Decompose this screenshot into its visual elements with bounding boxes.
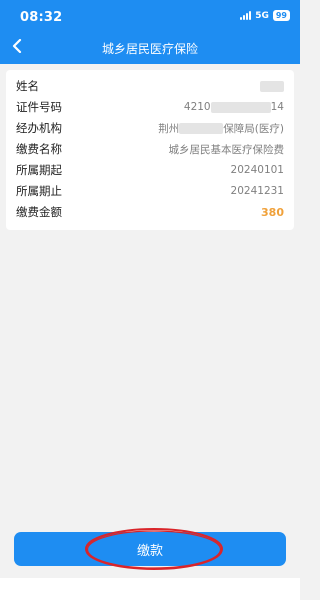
label-fee-name: 缴费名称 xyxy=(16,142,62,156)
label-agency: 经办机构 xyxy=(16,121,62,135)
label-amount: 缴费金额 xyxy=(16,205,62,219)
value-name xyxy=(260,80,284,92)
agency-suffix: 保障局(医疗) xyxy=(223,122,284,135)
label-period-start: 所属期起 xyxy=(16,163,62,177)
id-prefix: 4210 xyxy=(183,101,211,113)
row-id-number: 证件号码 4210 14 xyxy=(16,97,284,117)
network-type: 5G xyxy=(255,10,269,21)
row-period-end: 所属期止 20241231 xyxy=(16,181,284,201)
value-period-start: 20240101 xyxy=(230,164,284,176)
row-period-start: 所属期起 20240101 xyxy=(16,160,284,180)
back-button[interactable] xyxy=(8,37,26,55)
annotation-circle xyxy=(85,528,223,570)
signal-icon xyxy=(240,11,252,20)
status-time: 08:32 xyxy=(20,10,63,25)
battery-icon: 99 xyxy=(272,10,290,21)
value-amount: 380 xyxy=(261,205,284,219)
bottom-safe-area xyxy=(0,578,300,600)
value-id-number: 4210 14 xyxy=(184,101,284,113)
row-agency: 经办机构 荆州 保障局(医疗) xyxy=(16,118,284,138)
redacted-mask xyxy=(260,80,284,92)
agency-prefix: 荆州 xyxy=(158,122,180,135)
redacted-mask xyxy=(210,101,271,113)
value-agency: 荆州 保障局(医疗) xyxy=(158,121,284,136)
value-period-end: 20241231 xyxy=(230,185,284,197)
page-title: 城乡居民医疗保险 xyxy=(101,42,198,56)
row-amount: 缴费金额 380 xyxy=(16,202,284,222)
value-fee-name: 城乡居民基本医疗保险费 xyxy=(168,143,285,156)
payment-info-card: 姓名 证件号码 4210 14 经办机构 荆州 保障局(医疗) 缴费名称 城乡居民基… xyxy=(6,70,294,230)
redacted-mask xyxy=(179,123,224,134)
app-header: 08:32 5G 99 城乡居民医疗保险 xyxy=(0,0,300,64)
chevron-left-icon xyxy=(12,39,22,53)
label-period-end: 所属期止 xyxy=(16,184,62,198)
status-indicators: 5G 99 xyxy=(240,10,290,21)
row-fee-name: 缴费名称 城乡居民基本医疗保险费 xyxy=(16,139,284,159)
label-id-number: 证件号码 xyxy=(16,100,62,114)
id-suffix: 14 xyxy=(270,101,284,113)
label-name: 姓名 xyxy=(16,79,39,93)
row-name: 姓名 xyxy=(16,76,284,96)
